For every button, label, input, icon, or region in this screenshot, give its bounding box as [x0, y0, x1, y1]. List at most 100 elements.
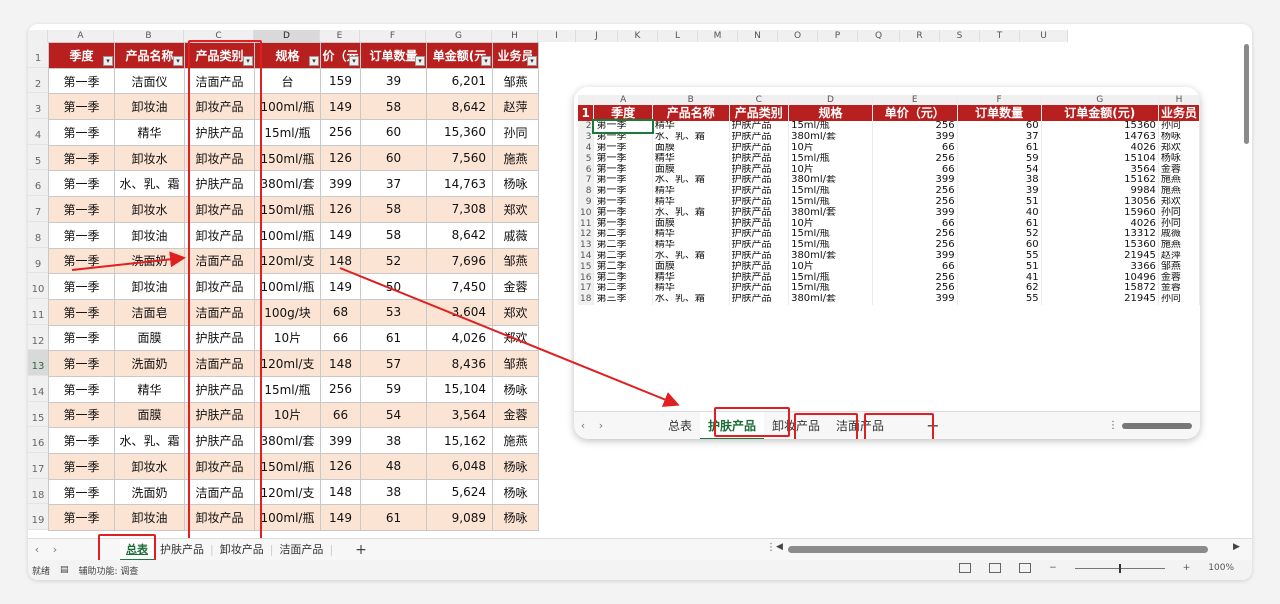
- preview-table-cell[interactable]: 邹燕: [1158, 261, 1200, 273]
- table-cell[interactable]: 金蓉: [492, 273, 539, 300]
- preview-header-cell[interactable]: 季度: [593, 105, 653, 121]
- table-cell[interactable]: 7,560: [426, 144, 493, 172]
- preview-table-cell[interactable]: 40: [957, 207, 1042, 219]
- table-cell[interactable]: 金蓉: [492, 401, 539, 429]
- table-cell[interactable]: 159: [320, 67, 361, 95]
- table-cell[interactable]: 66: [320, 324, 361, 352]
- preview-table-cell[interactable]: 10片: [788, 218, 873, 229]
- preview-table-cell[interactable]: 孙同: [1158, 121, 1200, 132]
- table-cell[interactable]: 第一季: [48, 144, 115, 172]
- row-number[interactable]: 15: [28, 401, 48, 428]
- column-header-g[interactable]: G: [426, 30, 492, 42]
- preview-table-cell[interactable]: 第一季: [593, 153, 653, 165]
- preview-table-cell[interactable]: 256: [872, 153, 958, 165]
- preview-header-cell[interactable]: 产品类别: [729, 105, 790, 121]
- table-cell[interactable]: 68: [320, 298, 361, 326]
- preview-table-cell[interactable]: 金蓉: [1158, 282, 1200, 294]
- filter-dropdown-icon[interactable]: ▾: [103, 55, 113, 66]
- preview-table-cell[interactable]: 380ml/套: [788, 293, 873, 305]
- scroll-right-icon[interactable]: ▶: [1233, 542, 1240, 552]
- table-cell[interactable]: 53: [360, 298, 427, 326]
- preview-table-cell[interactable]: 面膜: [652, 142, 730, 154]
- zoom-in-icon[interactable]: +: [1183, 563, 1191, 573]
- table-cell[interactable]: 126: [320, 196, 361, 223]
- row-number[interactable]: 16: [28, 427, 48, 453]
- preview-table-cell[interactable]: 15360: [1041, 121, 1159, 132]
- table-cell[interactable]: 7,308: [426, 196, 493, 223]
- preview-table-cell[interactable]: 9984: [1041, 185, 1159, 197]
- preview-table-cell[interactable]: 第三季: [593, 293, 653, 305]
- column-header-u[interactable]: U: [1020, 30, 1068, 42]
- column-header-d[interactable]: D: [254, 30, 320, 42]
- table-cell[interactable]: 380ml/套: [254, 427, 321, 454]
- preview-header-cell[interactable]: 产品名称: [652, 105, 730, 121]
- table-cell[interactable]: 第一季: [48, 273, 115, 300]
- table-cell[interactable]: 邹燕: [492, 247, 539, 275]
- row-number[interactable]: 10: [28, 273, 48, 299]
- table-cell[interactable]: 37: [360, 170, 427, 198]
- column-header-m[interactable]: M: [698, 30, 738, 42]
- table-cell[interactable]: 郑欢: [492, 298, 539, 326]
- table-cell[interactable]: 第一季: [48, 324, 115, 352]
- column-header-i[interactable]: I: [538, 30, 576, 42]
- table-cell[interactable]: 58: [360, 196, 427, 223]
- preview-table-cell[interactable]: 金蓉: [1158, 272, 1200, 283]
- preview-table-cell[interactable]: 精华: [652, 239, 730, 251]
- preview-table-cell[interactable]: 郑欢: [1158, 142, 1200, 154]
- preview-table-cell[interactable]: 380ml/套: [788, 174, 873, 186]
- select-all-corner[interactable]: [28, 30, 48, 42]
- table-cell[interactable]: 15,360: [426, 119, 493, 146]
- table-cell[interactable]: 58: [360, 221, 427, 249]
- row-number[interactable]: 5: [28, 144, 48, 171]
- preview-header-cell[interactable]: 订单数量: [957, 105, 1042, 121]
- preview-table-cell[interactable]: 15ml/瓶: [788, 185, 873, 197]
- column-header-f[interactable]: F: [360, 30, 426, 42]
- preview-table-cell[interactable]: 13312: [1041, 228, 1159, 240]
- table-cell[interactable]: 38: [360, 478, 427, 506]
- preview-table-cell[interactable]: 15872: [1041, 282, 1159, 294]
- table-cell[interactable]: 杨咏: [492, 170, 539, 198]
- preview-table-cell[interactable]: 51: [957, 196, 1042, 208]
- table-cell[interactable]: 卸妆油: [114, 93, 185, 121]
- table-cell[interactable]: 100ml/瓶: [254, 221, 321, 249]
- more-options-icon[interactable]: ⋮: [766, 542, 776, 553]
- table-cell[interactable]: 6,201: [426, 67, 493, 95]
- table-cell[interactable]: 赵萍: [492, 93, 539, 121]
- table-cell[interactable]: 第一季: [48, 401, 115, 429]
- preview-table-cell[interactable]: 第二季: [593, 282, 653, 294]
- column-header-q[interactable]: Q: [858, 30, 900, 42]
- preview-table-cell[interactable]: 61: [957, 218, 1042, 229]
- table-cell[interactable]: 杨咏: [492, 504, 539, 532]
- preview-header-cell[interactable]: 订单金额(元): [1041, 105, 1159, 121]
- preview-table-cell[interactable]: 水、乳、霜: [652, 250, 730, 262]
- vertical-scrollbar[interactable]: [1244, 44, 1249, 144]
- preview-table-cell[interactable]: 杨咏: [1158, 153, 1200, 165]
- table-cell[interactable]: 洁面皂: [114, 298, 185, 326]
- table-cell[interactable]: 4,026: [426, 324, 493, 352]
- accessibility-status[interactable]: 辅助功能: 调查: [79, 564, 139, 577]
- preview-table-cell[interactable]: 护肤产品: [729, 207, 790, 219]
- preview-table-cell[interactable]: 59: [957, 153, 1042, 165]
- table-cell[interactable]: 148: [320, 247, 361, 275]
- preview-header-cell[interactable]: 业务员: [1158, 105, 1200, 121]
- preview-table-cell[interactable]: 52: [957, 228, 1042, 240]
- table-cell[interactable]: 台: [254, 67, 321, 95]
- preview-table-cell[interactable]: 60: [957, 121, 1042, 132]
- column-header-n[interactable]: N: [738, 30, 778, 42]
- preview-column-header[interactable]: B: [652, 95, 730, 105]
- table-cell[interactable]: 150ml/瓶: [254, 196, 321, 223]
- table-cell[interactable]: 256: [320, 375, 361, 403]
- table-cell[interactable]: 149: [320, 93, 361, 121]
- table-cell[interactable]: 5,624: [426, 478, 493, 506]
- preview-table-cell[interactable]: 10片: [788, 142, 873, 154]
- table-cell[interactable]: 60: [360, 119, 427, 146]
- preview-table-cell[interactable]: 水、乳、霜: [652, 174, 730, 186]
- zoom-slider[interactable]: [1074, 563, 1165, 573]
- row-number[interactable]: 12: [28, 324, 48, 351]
- table-cell[interactable]: 120ml/支: [254, 478, 321, 506]
- preview-table-cell[interactable]: 第一季: [593, 131, 653, 143]
- table-cell[interactable]: 149: [320, 504, 361, 532]
- preview-table-cell[interactable]: 256: [872, 228, 958, 240]
- preview-next-icon[interactable]: ›: [592, 419, 610, 432]
- table-cell[interactable]: 57: [360, 350, 427, 377]
